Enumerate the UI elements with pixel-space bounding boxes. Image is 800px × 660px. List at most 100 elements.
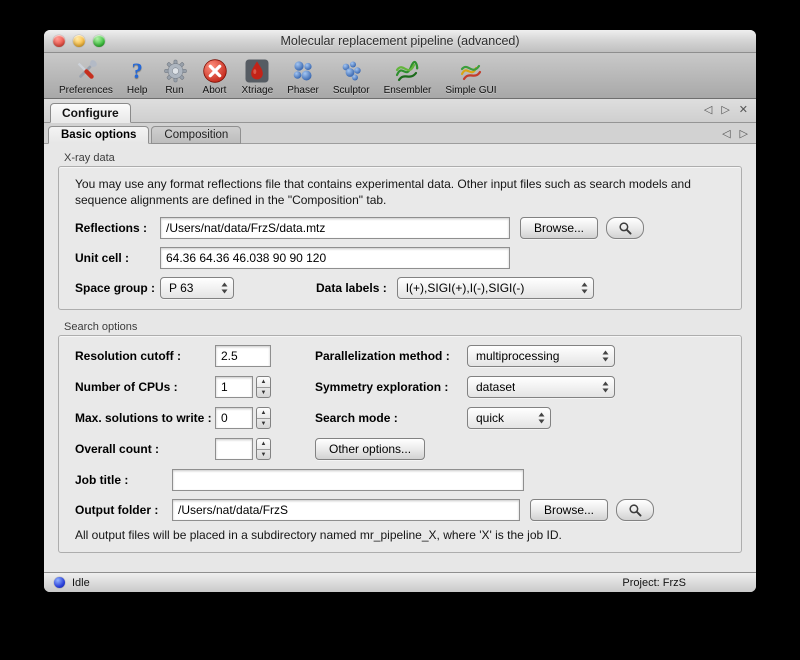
resolution-cutoff-input[interactable] — [215, 345, 271, 367]
dropdown-arrows-icon — [602, 350, 609, 362]
step-down-icon[interactable]: ▼ — [257, 449, 270, 460]
reflections-browse-button[interactable]: Browse... — [520, 217, 598, 239]
status-text: Idle — [72, 577, 90, 589]
search-mode-label: Search mode : — [315, 411, 467, 425]
unit-cell-label: Unit cell : — [75, 251, 160, 265]
parallelization-method-select[interactable]: multiprocessing — [467, 345, 615, 367]
output-folder-browse-button[interactable]: Browse... — [530, 499, 608, 521]
xray-description: You may use any format reflections file … — [75, 176, 725, 208]
step-up-icon[interactable]: ▲ — [257, 377, 270, 387]
tab-configure[interactable]: Configure — [50, 103, 131, 123]
search-group-title: Search options — [64, 321, 742, 333]
xray-group-title: X-ray data — [64, 152, 742, 164]
symmetry-exploration-label: Symmetry exploration : — [315, 380, 467, 394]
output-folder-row: Output folder : Browse... — [75, 499, 725, 521]
job-title-label: Job title : — [75, 473, 172, 487]
job-title-row: Job title : — [75, 469, 725, 491]
nav-right-icon[interactable]: ▷ — [721, 103, 729, 117]
unit-cell-input[interactable] — [160, 247, 510, 269]
max-solutions-label: Max. solutions to write : — [75, 411, 215, 425]
resolution-row: Resolution cutoff : Parallelization meth… — [75, 345, 725, 367]
tab-composition[interactable]: Composition — [151, 126, 241, 144]
toolbar: Preferences ? Help — [44, 53, 756, 99]
step-up-icon[interactable]: ▲ — [257, 408, 270, 418]
symmetry-exploration-select[interactable]: dataset — [467, 376, 615, 398]
output-folder-label: Output folder : — [75, 503, 172, 517]
preferences-icon — [73, 57, 99, 84]
space-group-row: Space group : P 63 Data labels : I(+),SI… — [75, 277, 725, 299]
other-options-button[interactable]: Other options... — [315, 438, 425, 460]
cpus-row: Number of CPUs : ▲ ▼ Symmetry exploratio… — [75, 376, 725, 398]
phaser-icon — [290, 57, 316, 84]
tab-configure-label: Configure — [62, 106, 119, 120]
search-mode-select[interactable]: quick — [467, 407, 551, 429]
output-note: All output files will be placed in a sub… — [75, 528, 725, 542]
parallelization-method-label: Parallelization method : — [315, 349, 467, 363]
magnifier-icon — [628, 503, 643, 518]
step-up-icon[interactable]: ▲ — [257, 439, 270, 449]
magnifier-icon — [618, 221, 633, 236]
step-down-icon[interactable]: ▼ — [257, 387, 270, 398]
reflections-search-button[interactable] — [606, 217, 644, 239]
output-folder-input[interactable] — [172, 499, 520, 521]
reflections-row: Reflections : Browse... — [75, 217, 725, 239]
xray-data-section: X-ray data You may use any format reflec… — [58, 152, 742, 310]
overall-count-input[interactable] — [215, 438, 253, 460]
space-group-value: P 63 — [169, 281, 193, 295]
toolbar-button-simple-gui[interactable]: Simple GUI — [438, 55, 503, 97]
unit-cell-row: Unit cell : — [75, 247, 725, 269]
step-down-icon[interactable]: ▼ — [257, 418, 270, 429]
overall-count-label: Overall count : — [75, 442, 215, 456]
app-window: Molecular replacement pipeline (advanced… — [44, 30, 756, 592]
overall-count-stepper[interactable]: ▲ ▼ — [256, 438, 271, 460]
nav-left-icon[interactable]: ◁ — [704, 103, 712, 117]
max-solutions-stepper[interactable]: ▲ ▼ — [256, 407, 271, 429]
dropdown-arrows-icon — [221, 282, 228, 294]
output-folder-search-button[interactable] — [616, 499, 654, 521]
toolbar-label: Help — [127, 85, 148, 96]
toolbar-button-help[interactable]: ? Help — [120, 55, 155, 97]
sculptor-icon — [338, 57, 364, 84]
search-group-box: Resolution cutoff : Parallelization meth… — [58, 335, 742, 553]
toolbar-label: Ensembler — [384, 85, 432, 96]
simple-gui-icon — [458, 57, 484, 84]
overall-count-row: Overall count : ▲ ▼ Other options... — [75, 438, 725, 460]
status-led-icon — [54, 577, 65, 588]
toolbar-button-phaser[interactable]: Phaser — [280, 55, 326, 97]
data-labels-value: I(+),SIGI(+),I(-),SIGI(-) — [406, 281, 525, 295]
titlebar[interactable]: Molecular replacement pipeline (advanced… — [44, 30, 756, 53]
window-title: Molecular replacement pipeline (advanced… — [44, 30, 756, 52]
toolbar-button-preferences[interactable]: Preferences — [52, 55, 120, 97]
data-labels-select[interactable]: I(+),SIGI(+),I(-),SIGI(-) — [397, 277, 594, 299]
dropdown-arrows-icon — [602, 381, 609, 393]
toolbar-label: Run — [165, 85, 183, 96]
reflections-input[interactable] — [160, 217, 510, 239]
num-cpus-input[interactable] — [215, 376, 253, 398]
reflections-label: Reflections : — [75, 221, 160, 235]
dropdown-arrows-icon — [581, 282, 588, 294]
toolbar-label: Phaser — [287, 85, 319, 96]
subtab-nav: ◁ ▷ — [722, 127, 748, 141]
num-cpus-stepper[interactable]: ▲ ▼ — [256, 376, 271, 398]
nav-left-icon[interactable]: ◁ — [722, 127, 730, 141]
space-group-select[interactable]: P 63 — [160, 277, 234, 299]
close-tab-icon[interactable]: ✕ — [739, 103, 748, 117]
nav-right-icon[interactable]: ▷ — [740, 127, 748, 141]
toolbar-button-sculptor[interactable]: Sculptor — [326, 55, 377, 97]
max-solutions-input[interactable] — [215, 407, 253, 429]
subtab-bar: Basic options Composition ◁ ▷ — [44, 123, 756, 144]
job-title-input[interactable] — [172, 469, 524, 491]
symmetry-exploration-value: dataset — [476, 380, 515, 394]
max-solutions-row: Max. solutions to write : ▲ ▼ Search mod… — [75, 407, 725, 429]
toolbar-button-ensembler[interactable]: Ensembler — [377, 55, 439, 97]
tab-basic-options[interactable]: Basic options — [48, 126, 149, 144]
toolbar-label: Preferences — [59, 85, 113, 96]
toolbar-button-run[interactable]: Run — [155, 55, 195, 97]
toolbar-button-xtriage[interactable]: Xtriage — [235, 55, 281, 97]
space-group-label: Space group : — [75, 281, 160, 295]
basic-options-panel: X-ray data You may use any format reflec… — [44, 144, 756, 572]
num-cpus-label: Number of CPUs : — [75, 380, 215, 394]
run-icon — [162, 57, 188, 84]
toolbar-button-abort[interactable]: Abort — [195, 55, 235, 97]
toolbar-label: Simple GUI — [445, 85, 496, 96]
